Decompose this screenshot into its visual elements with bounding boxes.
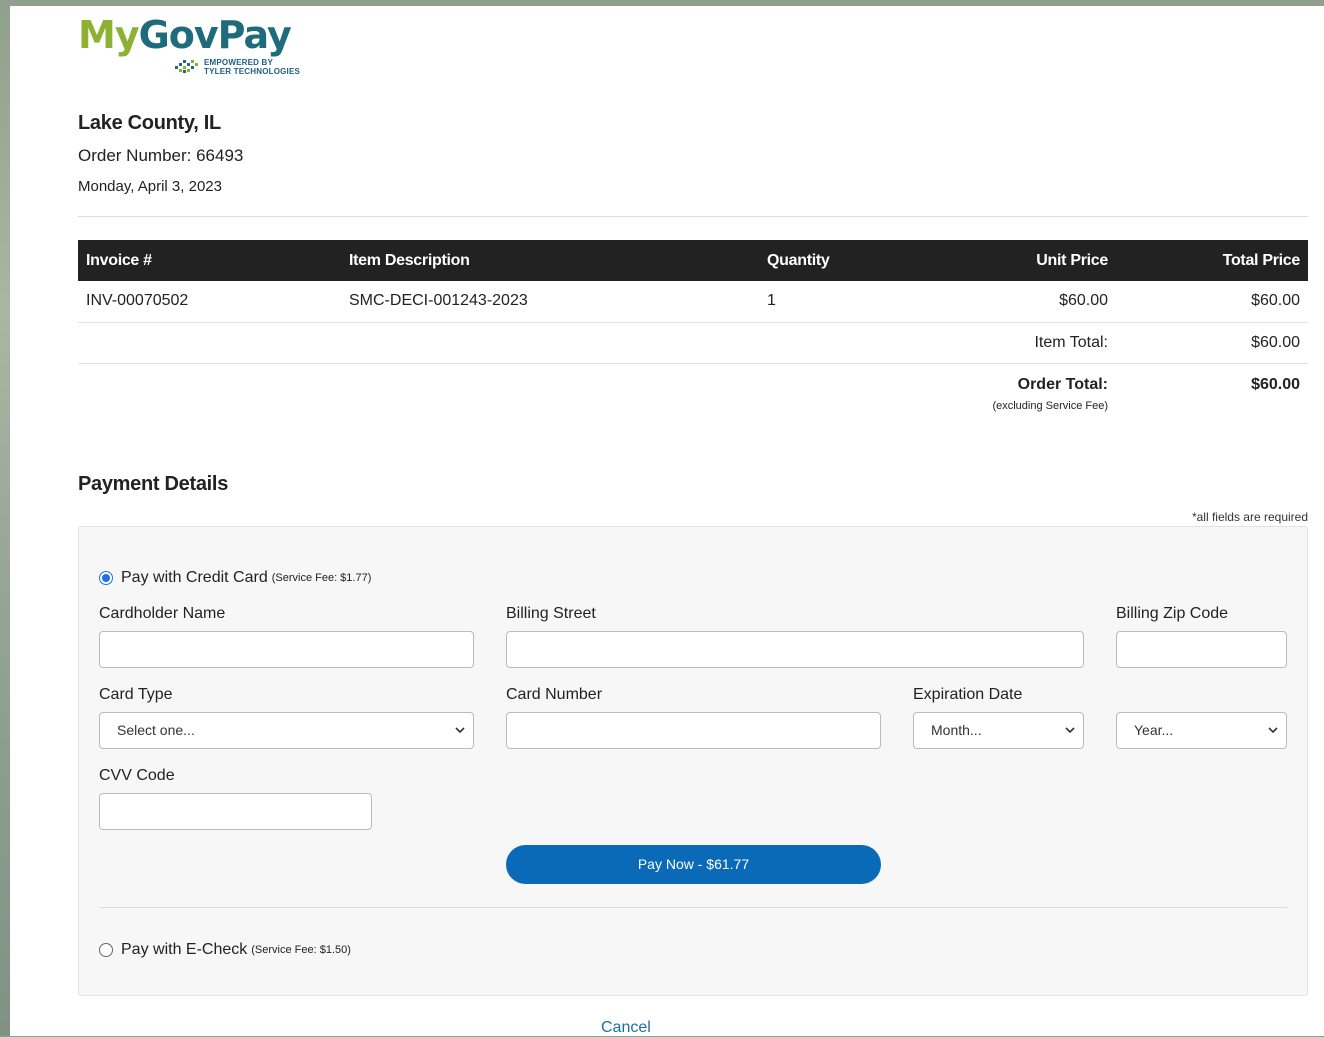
required-note: *all fields are required xyxy=(1191,510,1308,524)
payment-panel: Pay with Credit Card (Service Fee: $1.77… xyxy=(78,526,1308,996)
cell-invoice: INV-00070502 xyxy=(78,281,341,323)
page-card: MyGovPay EMPOWERED BY TYLER TECHNOLOGIES xyxy=(10,6,1324,1036)
echeck-option[interactable]: Pay with E-Check (Service Fee: $1.50) xyxy=(99,941,351,959)
order-total-note: (excluding Service Fee) xyxy=(992,399,1108,412)
card-type-value: Select one... xyxy=(117,722,195,738)
header-unit-price: Unit Price xyxy=(929,240,1116,281)
credit-card-label: Pay with Credit Card xyxy=(121,569,268,586)
order-number: Order Number: 66493 xyxy=(78,146,244,165)
mygovpay-logo: MyGovPay EMPOWERED BY TYLER TECHNOLOGIES xyxy=(78,16,300,76)
logo-my: My xyxy=(78,13,140,57)
invoice-table: Invoice # Item Description Quantity Unit… xyxy=(78,240,1308,423)
cancel-link[interactable]: Cancel xyxy=(601,1019,651,1037)
payment-details-title: Payment Details xyxy=(78,473,229,495)
header-description: Item Description xyxy=(341,240,759,281)
cvv-label: CVV Code xyxy=(99,767,175,784)
echeck-radio[interactable] xyxy=(99,943,113,957)
echeck-fee: (Service Fee: $1.50) xyxy=(251,944,351,956)
item-total-label: Item Total: xyxy=(929,322,1116,364)
expiration-date-label: Expiration Date xyxy=(913,686,1023,703)
header-total-price: Total Price xyxy=(1116,240,1308,281)
tyler-technologies-text: TYLER TECHNOLOGIES xyxy=(204,67,301,76)
tyler-logo-icon xyxy=(175,60,198,73)
credit-card-radio[interactable] xyxy=(99,571,113,585)
county-name: Lake County, IL xyxy=(78,112,221,134)
card-number-label: Card Number xyxy=(506,686,603,703)
cell-total-price: $60.00 xyxy=(1116,281,1308,323)
chevron-down-icon xyxy=(1268,727,1278,734)
month-value: Month... xyxy=(931,722,982,738)
card-type-label: Card Type xyxy=(99,686,173,703)
year-value: Year... xyxy=(1134,722,1174,738)
order-total-row: Order Total: (excluding Service Fee) $60… xyxy=(78,363,1308,423)
credit-card-fee: (Service Fee: $1.77) xyxy=(271,572,372,584)
header-invoice: Invoice # xyxy=(78,240,341,281)
order-total-label: Order Total: xyxy=(1017,375,1108,393)
cell-quantity: 1 xyxy=(759,281,929,323)
billing-street-input[interactable] xyxy=(506,631,1084,668)
card-type-select[interactable]: Select one... xyxy=(99,712,474,749)
empowered-by-text: EMPOWERED BY xyxy=(204,58,274,67)
order-total-cell: Order Total: (excluding Service Fee) xyxy=(929,363,1116,423)
chevron-down-icon xyxy=(455,727,465,734)
cardholder-name-label: Cardholder Name xyxy=(99,605,226,622)
cell-unit-price: $60.00 xyxy=(929,281,1116,323)
billing-zip-input[interactable] xyxy=(1116,631,1287,668)
order-total-value: $60.00 xyxy=(1251,375,1300,393)
credit-card-option[interactable]: Pay with Credit Card (Service Fee: $1.77… xyxy=(99,569,371,587)
item-total-value: $60.00 xyxy=(1116,322,1308,364)
echeck-label: Pay with E-Check xyxy=(121,941,248,958)
billing-street-label: Billing Street xyxy=(506,605,596,622)
logo-govpay: GovPay xyxy=(138,13,292,57)
cvv-input[interactable] xyxy=(99,793,372,830)
table-header-row: Invoice # Item Description Quantity Unit… xyxy=(78,240,1308,281)
cardholder-name-input[interactable] xyxy=(99,631,474,668)
header-quantity: Quantity xyxy=(759,240,929,281)
chevron-down-icon xyxy=(1065,727,1075,734)
item-total-row: Item Total: $60.00 xyxy=(78,322,1308,364)
divider xyxy=(78,216,1308,217)
table-row: INV-00070502 SMC-DECI-001243-2023 1 $60.… xyxy=(78,281,1308,323)
cell-description: SMC-DECI-001243-2023 xyxy=(341,281,759,323)
pay-now-button[interactable]: Pay Now - $61.77 xyxy=(506,845,881,884)
card-number-input[interactable] xyxy=(506,712,881,749)
expiration-year-select[interactable]: Year... xyxy=(1116,712,1287,749)
expiration-month-select[interactable]: Month... xyxy=(913,712,1084,749)
billing-zip-label: Billing Zip Code xyxy=(1116,605,1229,622)
order-date: Monday, April 3, 2023 xyxy=(78,178,222,195)
panel-divider xyxy=(99,907,1287,908)
